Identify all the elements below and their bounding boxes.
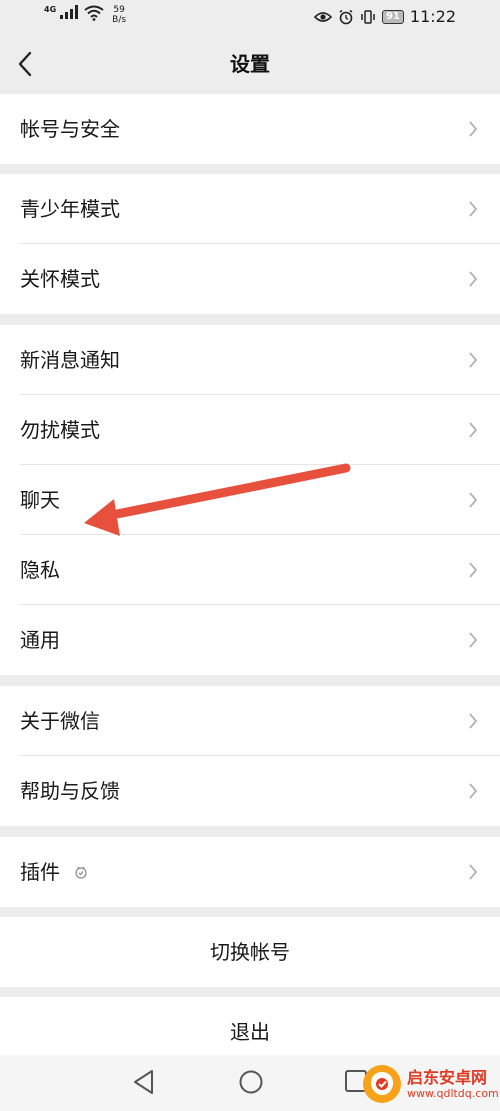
alarm-icon	[339, 9, 353, 24]
settings-item-privacy[interactable]: 隐私	[0, 535, 500, 605]
chevron-right-icon	[469, 492, 478, 508]
net-speed-unit: B/s	[112, 15, 127, 25]
settings-item-label: 帐号与安全	[20, 117, 120, 141]
settings-item-help-feedback[interactable]: 帮助与反馈	[0, 756, 500, 826]
chevron-right-icon	[469, 201, 478, 217]
settings-group-general: 新消息通知 勿扰模式 聊天 隐私 通用	[0, 325, 500, 675]
nav-home-icon[interactable]	[238, 1069, 264, 1095]
watermark: 启东安卓网 www.qdltdq.com	[363, 1059, 499, 1109]
switch-account-group: 切换帐号	[0, 917, 500, 987]
settings-item-general[interactable]: 通用	[0, 605, 500, 675]
status-right: 91 11:22	[313, 7, 456, 26]
switch-account-button[interactable]: 切换帐号	[0, 917, 500, 987]
settings-item-account-security[interactable]: 帐号与安全	[0, 94, 500, 164]
logout-button[interactable]: 退出	[0, 997, 500, 1055]
switch-account-label: 切换帐号	[210, 940, 290, 964]
status-left: 4G 59 B/s	[44, 5, 126, 25]
watermark-name: 启东安卓网	[407, 1068, 488, 1087]
network-type: 4G	[44, 5, 57, 14]
settings-item-care-mode[interactable]: 关怀模式	[0, 244, 500, 314]
plugin-status-icon	[75, 866, 87, 879]
watermark-text: 启东安卓网 www.qdltdq.com	[407, 1068, 499, 1100]
watermark-logo	[363, 1065, 401, 1103]
page-title: 设置	[230, 52, 270, 76]
chevron-right-icon	[469, 121, 478, 137]
logout-group: 退出	[0, 997, 500, 1055]
chevron-right-icon	[469, 271, 478, 287]
settings-group-modes: 青少年模式 关怀模式	[0, 174, 500, 314]
chevron-right-icon	[469, 783, 478, 799]
settings-item-chat[interactable]: 聊天	[0, 465, 500, 535]
status-time: 11:22	[409, 7, 456, 26]
eye-icon	[313, 11, 332, 22]
settings-group-account: 帐号与安全	[0, 94, 500, 164]
settings-item-label: 插件	[20, 860, 60, 884]
chevron-right-icon	[469, 422, 478, 438]
settings-item-label: 聊天	[20, 488, 60, 512]
status-bar: 4G 59 B/s 91 11:22	[0, 0, 500, 34]
chevron-right-icon	[469, 352, 478, 368]
settings-item-notifications[interactable]: 新消息通知	[0, 325, 500, 395]
chevron-right-icon	[469, 864, 478, 880]
wifi-icon	[84, 5, 104, 21]
watermark-url: www.qdltdq.com	[407, 1087, 499, 1100]
settings-group-plugins: 插件	[0, 837, 500, 907]
settings-item-teen-mode[interactable]: 青少年模式	[0, 174, 500, 244]
settings-item-label: 青少年模式	[20, 197, 120, 221]
settings-group-about: 关于微信 帮助与反馈	[0, 686, 500, 826]
battery-indicator: 91	[381, 9, 404, 24]
vibrate-icon	[361, 9, 375, 24]
chevron-right-icon	[469, 713, 478, 729]
settings-item-do-not-disturb[interactable]: 勿扰模式	[0, 395, 500, 465]
net-speed-value: 59	[113, 5, 125, 15]
settings-item-label: 通用	[20, 628, 60, 652]
settings-item-label: 新消息通知	[20, 348, 120, 372]
settings-item-about-wechat[interactable]: 关于微信	[0, 686, 500, 756]
settings-item-plugins[interactable]: 插件	[0, 837, 500, 907]
nav-bar: 设置	[0, 34, 500, 94]
chevron-right-icon	[469, 632, 478, 648]
nav-back-icon[interactable]	[132, 1069, 156, 1095]
settings-item-label: 关于微信	[20, 709, 100, 733]
signal-icon	[60, 5, 79, 19]
settings-item-label: 关怀模式	[20, 267, 100, 291]
signal-group: 4G	[44, 5, 56, 14]
settings-item-label: 隐私	[20, 558, 60, 582]
net-speed: 59 B/s	[112, 5, 126, 25]
settings-item-label: 勿扰模式	[20, 418, 100, 442]
settings-item-label: 帮助与反馈	[20, 779, 120, 803]
logout-label: 退出	[230, 1020, 270, 1044]
chevron-right-icon	[469, 562, 478, 578]
